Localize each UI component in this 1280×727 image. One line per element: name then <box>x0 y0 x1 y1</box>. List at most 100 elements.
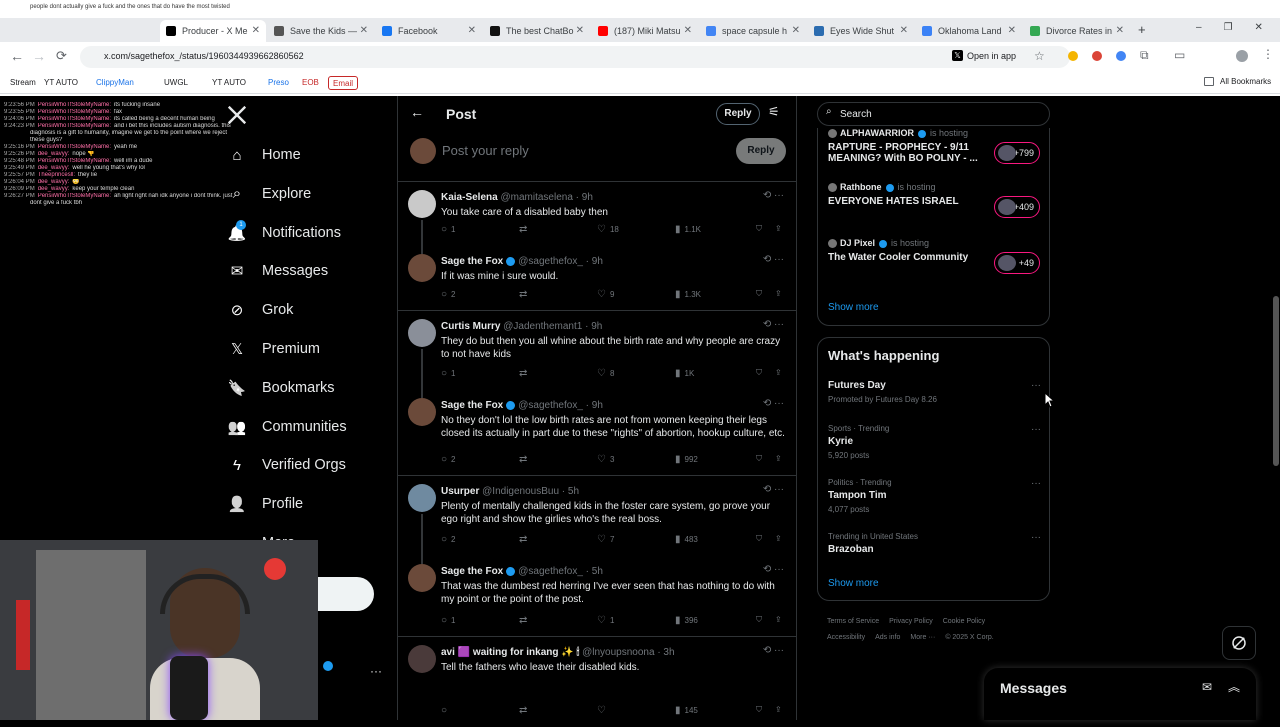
repost-button[interactable]: ⇄ <box>519 454 531 465</box>
share-icon[interactable]: ⇪ <box>775 368 782 377</box>
space-item[interactable]: ALPHAWARRIOR is hosting RAPTURE - PROPHECY… <box>828 128 1040 164</box>
new-tab-icon[interactable]: + <box>1138 22 1146 37</box>
expand-icon[interactable]: ︽ <box>1228 678 1240 695</box>
repost-button[interactable]: ⇄ <box>519 368 531 379</box>
views-button[interactable]: ▮ 145 <box>675 705 698 716</box>
browser-tab[interactable]: Facebook ✕ <box>376 20 482 42</box>
scrollbar-thumb[interactable] <box>1273 296 1279 466</box>
repost-button[interactable]: ⇄ <box>519 289 531 300</box>
avatar[interactable] <box>408 645 436 673</box>
footer-link[interactable]: Privacy Policy <box>889 614 933 630</box>
author-handle[interactable]: @Jadenthemant1 · 9h <box>503 321 602 332</box>
avatar[interactable] <box>408 319 436 347</box>
avatar[interactable] <box>408 564 436 592</box>
repost-button[interactable]: ⇄ <box>519 534 531 545</box>
reply-submit-button[interactable]: Reply <box>736 138 786 164</box>
browser-tab[interactable]: Producer - X Me ✕ <box>160 20 266 42</box>
tab-close-icon[interactable]: ✕ <box>684 20 692 42</box>
avatar[interactable] <box>408 398 436 426</box>
tab-close-icon[interactable]: ✕ <box>792 20 800 42</box>
bookmark-item[interactable]: YT AUTO <box>208 76 250 90</box>
star-icon[interactable]: ☆ <box>1034 49 1045 63</box>
author-name[interactable]: Kaia-Selena <box>441 192 498 203</box>
share-icon[interactable]: ⇪ <box>775 289 782 298</box>
bookmark-icon[interactable]: ⛉ <box>756 224 762 234</box>
share-icon[interactable]: ⇪ <box>775 705 782 714</box>
footer-link[interactable]: Cookie Policy <box>943 614 985 630</box>
messages-drawer[interactable]: Messages ✉ ︽ <box>984 668 1256 720</box>
new-message-icon[interactable]: ✉ <box>1202 680 1212 694</box>
like-button[interactable]: ♡ 9 <box>597 289 614 300</box>
extension-icon-2[interactable] <box>1092 51 1102 61</box>
trend-item[interactable]: Trending in United States Brazoban ··· <box>828 532 1043 555</box>
forward-icon[interactable]: → <box>32 48 46 64</box>
bookmark-icon[interactable]: ⛉ <box>756 454 762 464</box>
tab-close-icon[interactable]: ✕ <box>360 20 368 42</box>
profile-icon[interactable] <box>1236 50 1248 62</box>
reply-button[interactable]: ○ 1 <box>441 615 456 626</box>
reply-button[interactable]: ○ 2 <box>441 454 456 465</box>
author-name[interactable]: avi 🟪 waiting for inkang ✨ 🕯 <box>441 647 579 658</box>
minimize-icon[interactable]: – <box>1196 22 1202 33</box>
bookmark-item[interactable]: YT AUTO <box>40 76 82 90</box>
trend-more-icon[interactable]: ··· <box>1031 380 1041 391</box>
post-menu-icon[interactable]: ⟲ ··· <box>763 319 784 330</box>
views-button[interactable]: ▮ 483 <box>675 534 698 545</box>
bookmark-item[interactable]: EOB <box>298 76 323 90</box>
reply-post[interactable]: Kaia-Selena @mamitaselena · 9h ⟲ ··· You t… <box>398 182 796 246</box>
views-button[interactable]: ▮ 396 <box>675 615 698 626</box>
space-listener-pill[interactable]: +49 <box>994 252 1040 274</box>
author-handle[interactable]: @sagethefox_ · 9h <box>518 256 603 267</box>
browser-tab[interactable]: The best ChatBo ✕ <box>484 20 590 42</box>
repost-button[interactable]: ⇄ <box>519 224 531 235</box>
bookmark-icon[interactable]: ⛉ <box>756 289 762 299</box>
nav-item-communities[interactable]: 👥 Communities <box>226 410 347 444</box>
reply-input[interactable]: Post your reply <box>442 143 529 158</box>
reply-post[interactable]: Usurper @IndigenousBuu · 5h ⟲ ··· Plenty o… <box>398 476 796 556</box>
reply-post[interactable]: Sage the Fox @sagethefox_ · 9h ⟲ ··· No the… <box>398 390 796 476</box>
avatar[interactable] <box>408 190 436 218</box>
post-menu-icon[interactable]: ⟲ ··· <box>763 190 784 201</box>
extension-icon-1[interactable] <box>1068 51 1078 61</box>
share-icon[interactable]: ⇪ <box>775 454 782 463</box>
post-menu-icon[interactable]: ⟲ ··· <box>763 254 784 265</box>
browser-tab[interactable]: Eyes Wide Shut ✕ <box>808 20 914 42</box>
reply-button[interactable]: ○ 2 <box>441 534 456 545</box>
reload-icon[interactable]: ⟳ <box>56 48 67 64</box>
reply-button[interactable]: ○ 1 <box>441 224 456 235</box>
tab-close-icon[interactable]: ✕ <box>576 20 584 42</box>
reply-button[interactable]: ○ 1 <box>441 368 456 379</box>
all-bookmarks-label[interactable]: All Bookmarks <box>1220 77 1271 86</box>
tab-close-icon[interactable]: ✕ <box>1008 20 1016 42</box>
author-handle[interactable]: @IndigenousBuu · 5h <box>482 486 579 497</box>
bookmark-icon[interactable]: ⛉ <box>756 534 762 544</box>
views-button[interactable]: ▮ 1.1K <box>675 224 701 235</box>
repost-button[interactable]: ⇄ <box>519 705 531 716</box>
bookmark-item[interactable]: Stream <box>6 76 40 90</box>
bookmark-item[interactable]: UWGL <box>160 76 192 90</box>
back-icon[interactable]: ← <box>10 48 24 64</box>
trend-more-icon[interactable]: ··· <box>1031 478 1041 489</box>
search-box[interactable]: ⌕ Search <box>817 102 1050 126</box>
post-menu-icon[interactable]: ⟲ ··· <box>763 398 784 409</box>
reply-button[interactable]: ○ 2 <box>441 289 456 300</box>
author-name[interactable]: Sage the Fox <box>441 400 503 411</box>
bookmark-item[interactable]: Email <box>328 76 359 90</box>
bookmark-item[interactable]: ClippyMan <box>92 76 138 90</box>
maximize-icon[interactable]: ❐ <box>1224 22 1233 33</box>
share-icon[interactable]: ⇪ <box>775 615 782 624</box>
tab-close-icon[interactable]: ✕ <box>900 20 908 42</box>
sliders-icon[interactable]: ⚟ <box>768 104 780 120</box>
footer-link[interactable]: Accessibility <box>827 630 865 646</box>
footer-link[interactable]: More ··· <box>910 630 935 646</box>
tab-close-icon[interactable]: ✕ <box>1116 20 1124 42</box>
reply-post[interactable]: Sage the Fox @sagethefox_ · 5h ⟲ ··· That w… <box>398 556 796 637</box>
bookmark-icon[interactable]: ⛉ <box>756 368 762 378</box>
footer-link[interactable]: Terms of Service <box>827 614 879 630</box>
space-listener-pill[interactable]: +409 <box>994 196 1040 218</box>
post-menu-icon[interactable]: ⟲ ··· <box>763 564 784 575</box>
post-menu-icon[interactable]: ⟲ ··· <box>763 645 784 656</box>
browser-tab[interactable]: space capsule h ✕ <box>700 20 806 42</box>
author-handle[interactable]: @sagethefox_ · 9h <box>518 400 603 411</box>
trend-item[interactable]: Politics · Trending Tampon Tim 4,077 posts… <box>828 478 1043 514</box>
